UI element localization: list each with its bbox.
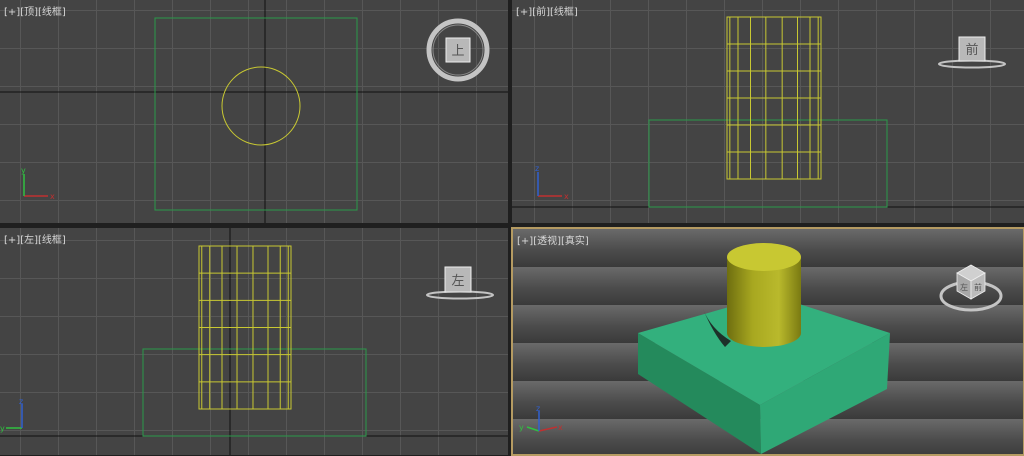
viewcube-face-label: 前	[974, 282, 982, 292]
shading-mode-button[interactable]: [线框]	[38, 235, 66, 246]
svg-text:y: y	[21, 166, 26, 175]
cylinder-wireframe-top[interactable]	[221, 66, 301, 146]
axis-tripod-front: x z	[535, 164, 569, 201]
viewcube-top[interactable]: 上	[424, 16, 492, 84]
view-name-button[interactable]: [前]	[532, 7, 550, 18]
viewport-front[interactable]: [+][前][线框] 前 x z	[512, 0, 1024, 223]
viewport-top[interactable]: [+][顶][线框] 上 x y	[0, 0, 508, 223]
cylinder-top-cap[interactable]	[727, 243, 801, 271]
viewcube-face-label: 上	[451, 44, 464, 59]
shading-mode-button[interactable]: [线框]	[550, 7, 578, 18]
svg-text:x: x	[558, 423, 563, 432]
viewcube-perspective[interactable]: 左 前	[937, 257, 1007, 317]
viewport-label-perspective: [+][透视][真实]	[517, 232, 589, 247]
box-wireframe-top[interactable]	[154, 17, 358, 211]
viewcube-face-label: 左	[960, 282, 968, 292]
shading-mode-button[interactable]: [线框]	[38, 7, 66, 18]
view-name-button[interactable]: [顶]	[20, 7, 38, 18]
axis-tripod-left: y z	[0, 398, 23, 433]
viewcube-face-label: 左	[451, 274, 464, 289]
viewcube-face-label: 前	[965, 42, 978, 58]
svg-text:y: y	[519, 423, 524, 432]
viewcube-front[interactable]: 前	[936, 32, 1008, 72]
viewport-label-top: [+][顶][线框]	[4, 3, 66, 18]
viewport-menu-button[interactable]: [+]	[4, 235, 20, 246]
left-view-canvas	[0, 228, 508, 455]
viewport-perspective[interactable]: [+][透视][真实] 左 前 x y z	[511, 227, 1024, 456]
view-name-button[interactable]: [透视]	[533, 236, 561, 247]
viewport-label-left: [+][左][线框]	[4, 231, 66, 246]
view-name-button[interactable]: [左]	[20, 235, 38, 246]
cylinder-wireframe-left[interactable]	[198, 245, 292, 410]
viewcube-left[interactable]: 左	[424, 264, 496, 304]
svg-text:x: x	[564, 192, 569, 201]
svg-text:z: z	[19, 398, 23, 406]
axis-tripod-top: x y	[21, 166, 55, 201]
svg-text:z: z	[535, 164, 539, 173]
viewport-menu-button[interactable]: [+]	[517, 236, 533, 247]
viewport-label-front: [+][前][线框]	[516, 3, 578, 18]
axis-tripod-perspective: x y z	[519, 405, 563, 432]
svg-text:x: x	[50, 192, 55, 201]
viewport-menu-button[interactable]: [+]	[4, 7, 20, 18]
viewport-left[interactable]: [+][左][线框] 左 y z	[0, 228, 508, 455]
cylinder-wireframe-front[interactable]	[726, 16, 822, 180]
box-wireframe-left[interactable]	[142, 348, 367, 437]
svg-text:y: y	[0, 424, 5, 433]
box-wireframe-front[interactable]	[648, 119, 888, 208]
viewport-menu-button[interactable]: [+]	[516, 7, 532, 18]
shading-mode-button[interactable]: [真实]	[561, 236, 589, 247]
svg-text:z: z	[536, 405, 540, 413]
